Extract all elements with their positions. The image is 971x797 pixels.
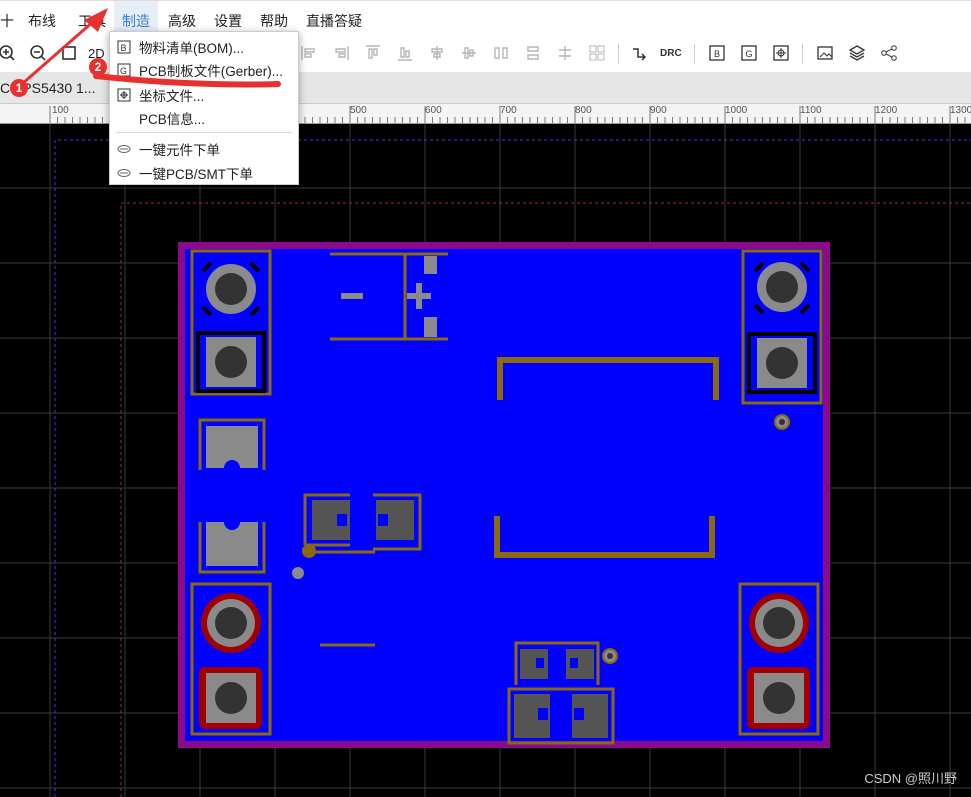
via xyxy=(292,567,304,579)
ruler-label: 1300 xyxy=(950,105,971,116)
svg-text:B: B xyxy=(714,49,720,59)
svg-text:G: G xyxy=(746,49,753,59)
ruler-label: 1000 xyxy=(725,105,748,116)
menu-item-label: PCB信息... xyxy=(139,111,206,127)
align-right-icon[interactable] xyxy=(328,40,354,66)
menu-item-pcb-info[interactable]: PCB信息... xyxy=(110,106,298,129)
align-bottom-icon[interactable] xyxy=(392,40,418,66)
manufacture-dropdown: B 物料清单(BOM)... G PCB制板文件(Gerber)... 坐标文件… xyxy=(109,31,299,185)
menu-divider xyxy=(116,132,292,133)
zoom-in-icon xyxy=(0,45,15,61)
menu-item-label: 一键PCB/SMT下单 xyxy=(139,166,254,182)
copper-pour xyxy=(185,249,823,741)
share-icon[interactable] xyxy=(876,40,902,66)
pad-smd xyxy=(424,256,437,274)
layers-icon[interactable] xyxy=(844,40,870,66)
menu-item-prev[interactable]: 十 xyxy=(0,1,14,37)
fit-view-icon xyxy=(62,46,76,60)
zoom-out-icon xyxy=(30,45,46,61)
group-icon[interactable] xyxy=(584,40,610,66)
order-icon xyxy=(117,144,131,153)
menu-item-coordinate-file[interactable]: 坐标文件... xyxy=(110,83,298,106)
ruler-label: 1200 xyxy=(875,105,898,116)
align-left-icon[interactable] xyxy=(296,40,322,66)
pad-smd xyxy=(424,317,437,337)
step-badge-2: 2 xyxy=(89,58,107,76)
b-doc-icon: B xyxy=(117,40,131,53)
drill-hole xyxy=(215,273,247,305)
pin1-marker xyxy=(302,544,316,558)
menu-item-bom[interactable]: B 物料清单(BOM)... xyxy=(110,35,298,58)
drill-hole xyxy=(215,682,247,714)
ruler-label: 100 xyxy=(52,105,69,116)
ruler-label: 900 xyxy=(650,105,667,116)
fit-view-button[interactable] xyxy=(56,40,82,66)
menu-item-tools[interactable]: 工具 xyxy=(70,1,114,37)
bom-icon[interactable]: B xyxy=(704,40,730,66)
drill-hole xyxy=(766,271,798,303)
distribute-grid-icon[interactable] xyxy=(552,40,578,66)
ruler-label: 800 xyxy=(575,105,592,116)
pcb-canvas[interactable]: CSDN @照川野 xyxy=(0,124,971,797)
route-icon[interactable] xyxy=(626,40,652,66)
menu-item-order-pcb-smt[interactable]: 一键PCB/SMT下单 xyxy=(110,161,298,184)
distribute-h-icon[interactable] xyxy=(488,40,514,66)
drill-hole xyxy=(763,607,795,639)
zoom-out-button[interactable] xyxy=(25,40,51,66)
g-doc-icon: G xyxy=(117,63,131,76)
menu-item-order-components[interactable]: 一键元件下单 xyxy=(110,137,298,160)
menu-item-label: 坐标文件... xyxy=(139,88,205,104)
drc-button[interactable]: DRC xyxy=(660,40,682,66)
menu-item-routing[interactable]: 布线 xyxy=(20,1,64,37)
ruler-label: 1100 xyxy=(800,105,822,116)
align-top-icon[interactable] xyxy=(360,40,386,66)
zoom-in-button[interactable] xyxy=(0,40,20,66)
distribute-v-icon[interactable] xyxy=(520,40,546,66)
drill-hole xyxy=(766,347,798,379)
svg-text:G: G xyxy=(120,66,127,76)
drill-hole xyxy=(215,607,247,639)
order-icon xyxy=(117,168,131,177)
pick-place-icon[interactable] xyxy=(768,40,794,66)
image-icon[interactable] xyxy=(812,40,838,66)
ruler-label: 600 xyxy=(425,105,442,116)
align-center-v-icon[interactable] xyxy=(456,40,482,66)
menu-item-label: 物料清单(BOM)... xyxy=(139,40,244,56)
coordinate-icon xyxy=(117,88,131,101)
menu-item-label: 一键元件下单 xyxy=(139,142,220,158)
minus-sign xyxy=(341,293,363,299)
gerber-icon[interactable]: G xyxy=(736,40,762,66)
ruler-label: 500 xyxy=(350,105,367,116)
step-badge-1: 1 xyxy=(10,79,28,97)
menu-item-label: PCB制板文件(Gerber)... xyxy=(139,63,284,79)
watermark: CSDN @照川野 xyxy=(864,771,957,786)
menu-item-gerber[interactable]: G PCB制板文件(Gerber)... xyxy=(110,58,298,81)
drill-hole xyxy=(215,346,247,378)
menu-item-live-qa[interactable]: 直播答疑 xyxy=(298,1,370,37)
align-center-h-icon[interactable] xyxy=(424,40,450,66)
svg-text:B: B xyxy=(121,43,127,53)
drill-hole xyxy=(763,682,795,714)
pcb-drawing xyxy=(0,124,971,797)
ruler-label: 700 xyxy=(500,105,517,116)
